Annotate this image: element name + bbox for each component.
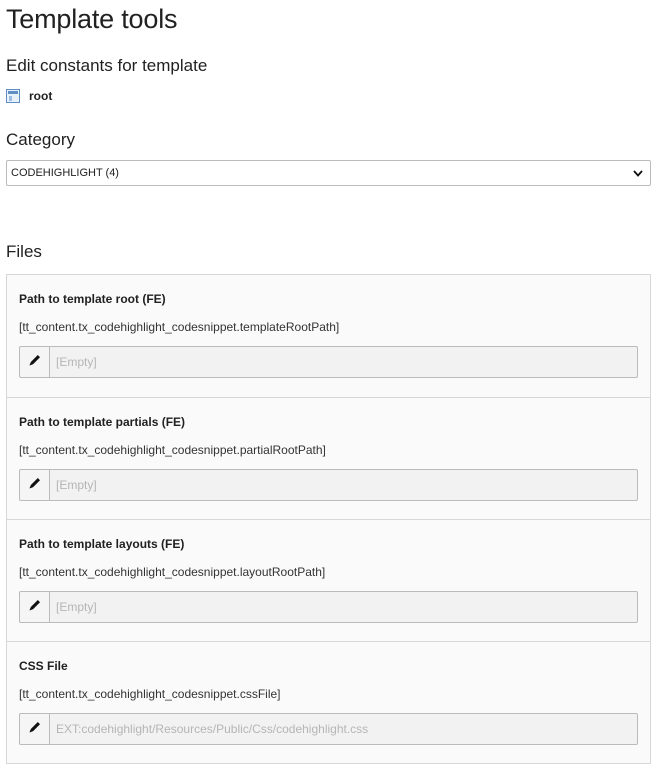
- template-tools-page: Template tools Edit constants for templa…: [0, 0, 655, 764]
- constant-key: [tt_content.tx_codehighlight_codesnippet…: [19, 320, 340, 334]
- constant-key: [tt_content.tx_codehighlight_codesnippet…: [19, 687, 281, 701]
- pencil-icon: [28, 353, 42, 372]
- category-heading: Category: [6, 130, 75, 149]
- constant-key: [tt_content.tx_codehighlight_codesnippet…: [19, 565, 326, 579]
- constant-field-row: [Empty]: [19, 346, 638, 378]
- constant-input[interactable]: [Empty]: [49, 346, 638, 378]
- edit-button[interactable]: [19, 346, 49, 378]
- constant-label: CSS File: [19, 659, 68, 673]
- constant-key: [tt_content.tx_codehighlight_codesnippet…: [19, 443, 326, 457]
- constant-item: Path to template layouts (FE) [tt_conten…: [7, 519, 650, 641]
- constant-input[interactable]: EXT:codehighlight/Resources/Public/Css/c…: [49, 713, 638, 745]
- files-heading: Files: [6, 242, 42, 261]
- page-title: Template tools: [6, 4, 178, 34]
- chevron-down-icon: [632, 167, 644, 179]
- constant-item: Path to template root (FE) [tt_content.t…: [7, 275, 650, 397]
- pencil-icon: [28, 720, 42, 739]
- constant-field-row: EXT:codehighlight/Resources/Public/Css/c…: [19, 713, 638, 745]
- category-select-value: CODEHIGHLIGHT (4): [11, 167, 119, 179]
- files-panel: Path to template root (FE) [tt_content.t…: [6, 274, 651, 764]
- record-row: root: [6, 87, 651, 105]
- constant-item: CSS File [tt_content.tx_codehighlight_co…: [7, 641, 650, 763]
- constant-input[interactable]: [Empty]: [49, 591, 638, 623]
- constant-item: Path to template partials (FE) [tt_conte…: [7, 397, 650, 519]
- edit-button[interactable]: [19, 469, 49, 501]
- constant-label: Path to template layouts (FE): [19, 537, 185, 551]
- record-label: root: [29, 89, 53, 103]
- constant-label: Path to template root (FE): [19, 292, 166, 306]
- edit-button[interactable]: [19, 591, 49, 623]
- pencil-icon: [28, 598, 42, 617]
- section-subtitle: Edit constants for template: [6, 56, 208, 75]
- category-select[interactable]: CODEHIGHLIGHT (4): [6, 160, 651, 186]
- page-icon: [6, 89, 20, 103]
- constant-label: Path to template partials (FE): [19, 415, 186, 429]
- constant-input[interactable]: [Empty]: [49, 469, 638, 501]
- constant-field-row: [Empty]: [19, 469, 638, 501]
- edit-button[interactable]: [19, 713, 49, 745]
- pencil-icon: [28, 476, 42, 495]
- constant-field-row: [Empty]: [19, 591, 638, 623]
